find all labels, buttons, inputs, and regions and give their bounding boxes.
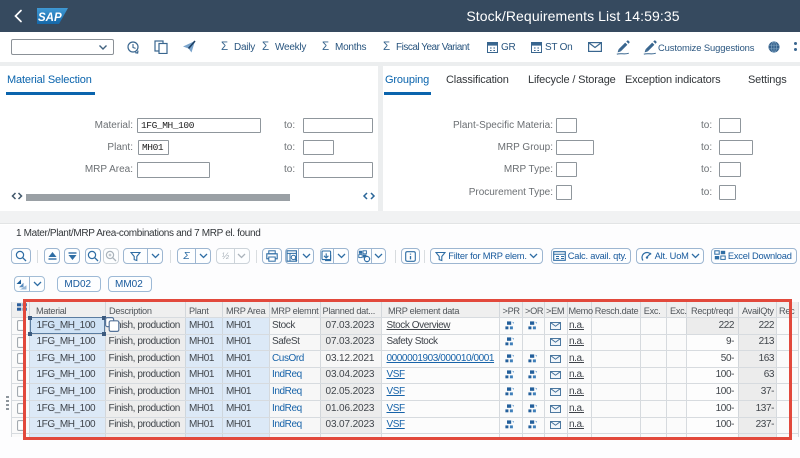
svg-text:SAP: SAP [38, 12, 62, 24]
